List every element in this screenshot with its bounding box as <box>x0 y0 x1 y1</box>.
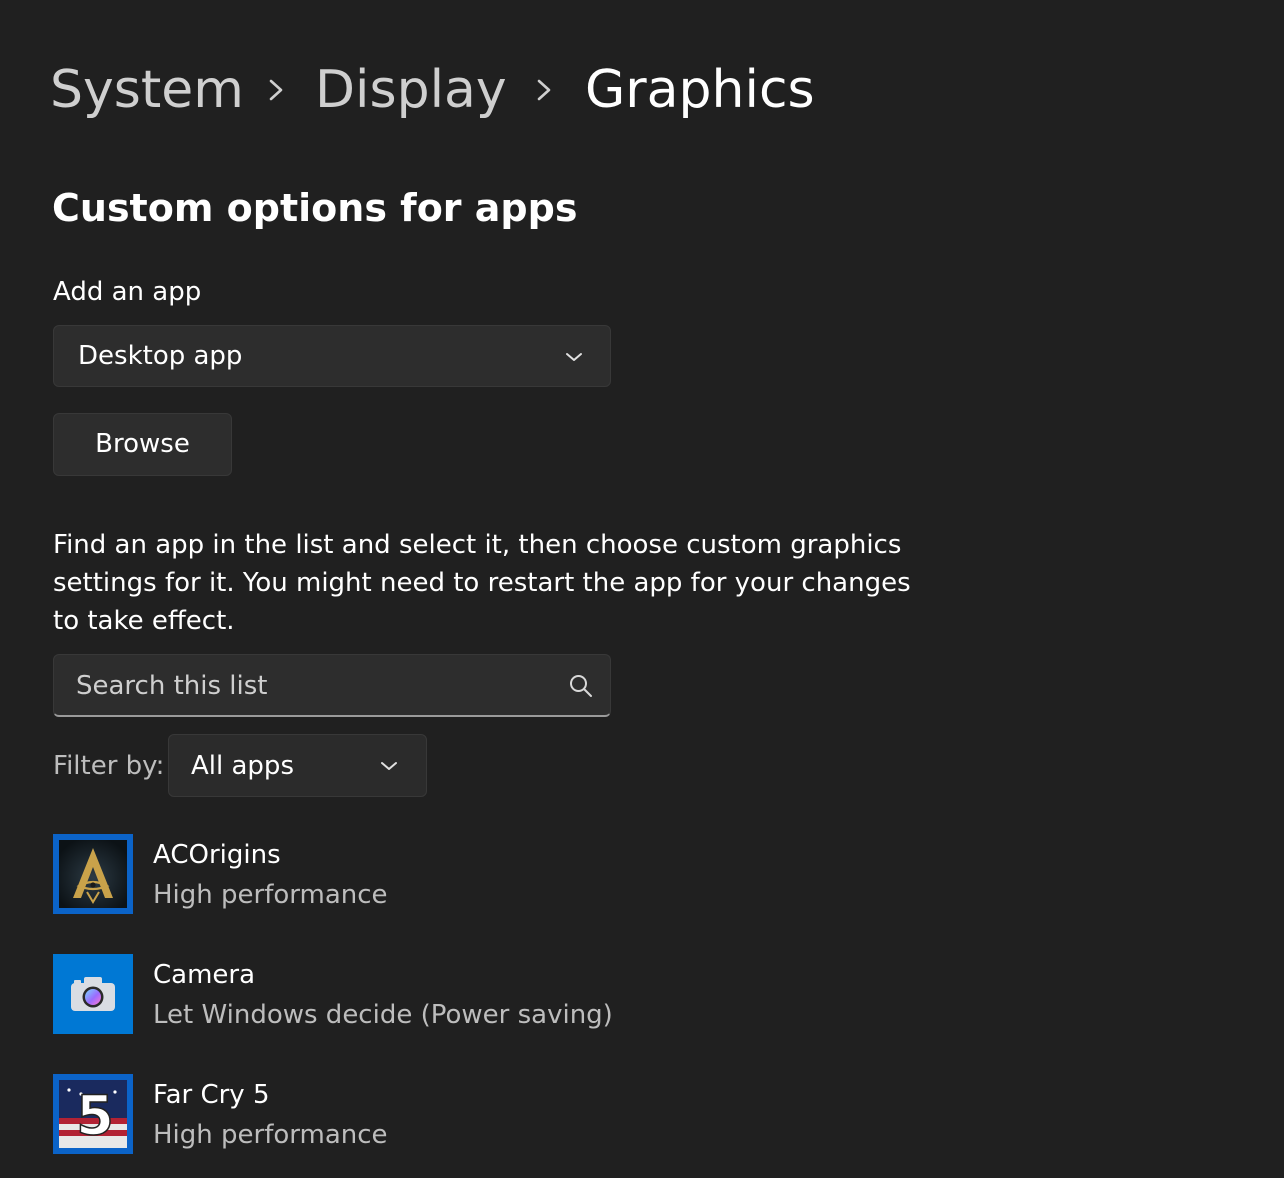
far-cry-5-icon-text: 5 <box>76 1084 114 1147</box>
instructions-text: Find an app in the list and select it, t… <box>53 530 911 636</box>
breadcrumb-graphics: Graphics <box>585 60 815 120</box>
app-setting: High performance <box>153 880 388 910</box>
breadcrumb-display[interactable]: Display <box>315 58 507 122</box>
breadcrumb-system[interactable]: System <box>50 58 244 122</box>
far-cry-5-icon: 5 <box>53 1074 133 1154</box>
filter-dropdown[interactable]: All apps <box>168 734 427 797</box>
section-title: Custom options for apps <box>52 186 578 230</box>
chevron-down-icon <box>566 353 582 361</box>
search-input[interactable] <box>74 665 548 707</box>
add-app-label: Add an app <box>53 277 202 307</box>
app-setting: Let Windows decide (Power saving) <box>153 1000 613 1030</box>
chevron-right-icon <box>537 79 551 101</box>
filter-label: Filter by: <box>53 751 165 781</box>
camera-icon <box>53 954 133 1034</box>
app-setting: High performance <box>153 1120 388 1150</box>
search-icon[interactable] <box>568 673 594 699</box>
search-box[interactable] <box>53 654 611 717</box>
assassins-creed-icon <box>53 834 133 914</box>
app-name: Far Cry 5 <box>153 1080 270 1110</box>
browse-button[interactable]: Browse <box>53 413 232 476</box>
app-type-selected: Desktop app <box>78 341 243 371</box>
app-type-dropdown[interactable]: Desktop app <box>53 325 611 387</box>
chevron-down-icon <box>381 762 397 770</box>
app-name: Camera <box>153 960 256 990</box>
filter-selected: All apps <box>191 751 294 781</box>
chevron-right-icon <box>269 79 283 101</box>
app-name: ACOrigins <box>153 840 281 870</box>
